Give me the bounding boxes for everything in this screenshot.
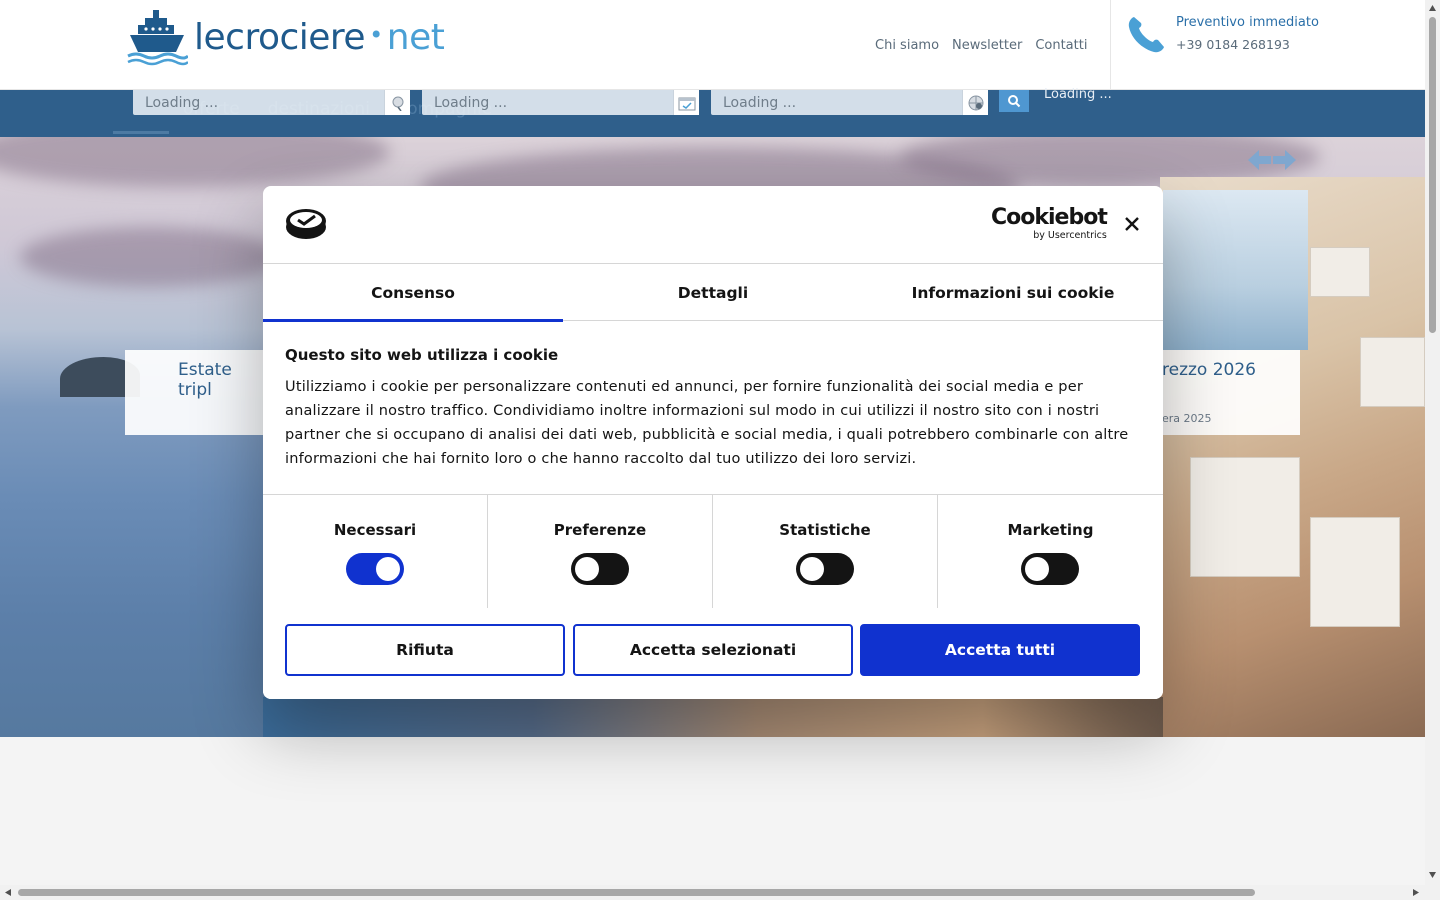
calendar-icon[interactable]	[673, 90, 699, 115]
ghost-nav-underline	[113, 131, 169, 134]
village-building	[1310, 517, 1400, 627]
page-lower-area	[0, 737, 1425, 885]
toggle-marketing[interactable]	[1021, 553, 1079, 585]
reject-button[interactable]: Rifiuta	[285, 624, 565, 676]
category-statistiche: Statistiche	[713, 495, 938, 609]
company-input[interactable]	[711, 90, 988, 115]
cookie-tabs: Consenso Dettagli Informazioni sui cooki…	[263, 264, 1163, 322]
nav-chi-siamo[interactable]: Chi siamo	[875, 38, 939, 53]
prev-arrow-icon[interactable]	[1246, 148, 1272, 172]
category-label: Marketing	[1007, 521, 1094, 539]
toggle-necessari[interactable]	[346, 553, 404, 585]
phone-icon[interactable]	[1125, 14, 1167, 56]
scroll-right-arrow-icon[interactable]	[1412, 888, 1420, 897]
accept-all-button[interactable]: Accetta tutti	[860, 624, 1140, 676]
quote-title[interactable]: Preventivo immediato	[1176, 15, 1319, 30]
accept-selected-button[interactable]: Accetta selezionati	[573, 624, 853, 676]
cookiebot-brand-sub: by Usercentrics	[1033, 230, 1107, 241]
cookie-dialog-header: Cookiebot by Usercentrics	[263, 186, 1163, 264]
category-necessari: Necessari	[263, 495, 488, 609]
cookie-actions: Rifiuta Accetta selezionati Accetta tutt…	[263, 608, 1163, 699]
cookiebot-logo-icon	[286, 209, 326, 239]
category-label: Statistiche	[779, 521, 871, 539]
header-divider	[1110, 0, 1111, 90]
quote-phone[interactable]: +39 0184 268193	[1176, 37, 1290, 52]
hero-cloud	[20, 227, 280, 287]
logo-name: lecrociere	[194, 16, 366, 58]
logo-dot: •	[369, 20, 383, 49]
destination-input[interactable]	[133, 90, 410, 115]
category-marketing: Marketing	[938, 495, 1163, 609]
cookie-description: Utilizziamo i cookie per personalizzare …	[285, 379, 1129, 467]
cookiebot-brand[interactable]: Cookiebot by Usercentrics	[991, 205, 1108, 242]
category-label: Necessari	[333, 521, 417, 539]
toggle-knob	[800, 557, 824, 581]
site-logo[interactable]: lecrociere • net	[126, 8, 445, 66]
cookie-title: Questo sito web utilizza i cookie	[285, 346, 559, 364]
vertical-scroll-thumb[interactable]	[1429, 17, 1436, 333]
pin-icon[interactable]	[384, 90, 410, 115]
offer-card-right[interactable]: rezzo 2026 era 2025	[1160, 350, 1300, 435]
search-icon	[1008, 95, 1021, 108]
toggle-knob	[376, 557, 400, 581]
cookie-categories: Necessari Preferenze Statistiche Marketi…	[263, 494, 1163, 609]
scrollbar-corner	[1425, 885, 1440, 900]
horizontal-scrollbar[interactable]	[0, 885, 1425, 900]
scroll-down-arrow-icon[interactable]	[1428, 871, 1437, 879]
company-field[interactable]	[711, 90, 988, 115]
scroll-up-arrow-icon[interactable]	[1428, 4, 1437, 12]
cookiebot-brand-name: Cookiebot	[991, 205, 1108, 230]
category-label: Preferenze	[553, 521, 647, 539]
category-preferenze: Preferenze	[488, 495, 713, 609]
scroll-left-arrow-icon[interactable]	[4, 888, 12, 897]
date-input[interactable]	[422, 90, 699, 115]
village-building	[1310, 247, 1370, 297]
offer-card-left[interactable]: Estate tripl	[125, 350, 265, 435]
search-button[interactable]	[999, 90, 1029, 112]
top-nav: Chi siamo Newsletter Contatti	[875, 38, 1087, 53]
tab-informazioni[interactable]: Informazioni sui cookie	[863, 264, 1163, 321]
hero-cloud	[0, 137, 390, 187]
offer-card-subtitle: era 2025	[1162, 412, 1212, 425]
cookie-consent-dialog: Cookiebot by Usercentrics Consenso Detta…	[263, 186, 1163, 699]
vertical-scrollbar[interactable]	[1425, 0, 1440, 885]
nav-newsletter[interactable]: Newsletter	[952, 38, 1022, 53]
globe-icon[interactable]	[962, 90, 988, 115]
logo-text: lecrociere • net	[194, 16, 445, 58]
toggle-statistiche[interactable]	[796, 553, 854, 585]
tab-dettagli[interactable]: Dettagli	[563, 264, 863, 321]
logo-tld: net	[386, 16, 445, 58]
offer-card-title: rezzo 2026	[1162, 360, 1256, 380]
hero-slide-image	[1163, 190, 1308, 350]
village-building	[1360, 337, 1425, 407]
toggle-knob	[575, 557, 599, 581]
close-icon[interactable]	[1121, 213, 1143, 235]
village-building	[1190, 457, 1300, 577]
tab-consenso[interactable]: Consenso	[263, 264, 563, 322]
nav-contatti[interactable]: Contatti	[1035, 38, 1087, 53]
hero-bottom-strip	[263, 697, 1163, 737]
offer-card-title: Estate tripl	[178, 360, 232, 400]
site-header: lecrociere • net Chi siamo Newsletter Cont…	[0, 0, 1425, 90]
search-status: Loading ...	[1044, 87, 1112, 102]
toggle-knob	[1025, 557, 1049, 581]
date-field[interactable]	[422, 90, 699, 115]
destination-field[interactable]	[133, 90, 410, 115]
horizontal-scroll-thumb[interactable]	[18, 889, 1255, 896]
next-arrow-icon[interactable]	[1272, 148, 1298, 172]
toggle-preferenze[interactable]	[571, 553, 629, 585]
ship-logo-icon	[127, 10, 188, 66]
search-bar: offerte destinazioni compagnie Loading .…	[0, 87, 1425, 137]
